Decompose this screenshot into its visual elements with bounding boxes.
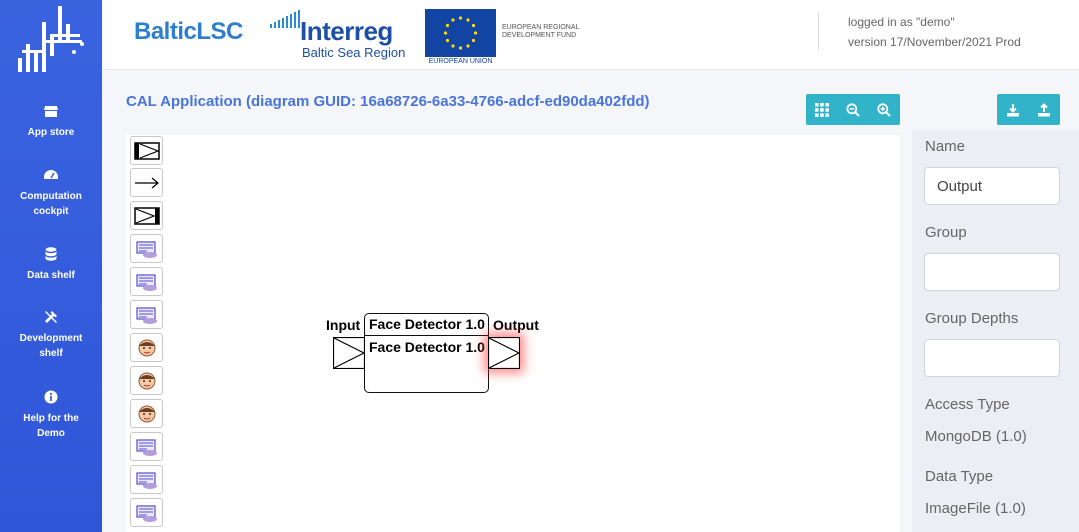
- input-pin[interactable]: [333, 337, 365, 369]
- output-pin-icon: [133, 206, 160, 225]
- sidebar-item-label: Development shelf: [19, 333, 83, 359]
- access-type-label: Access Type: [925, 396, 1010, 413]
- module-icon: [135, 504, 157, 522]
- balticlsc-brand[interactable]: BalticLSC: [134, 18, 243, 46]
- version-text: version 17/November/2021 Prod: [848, 35, 1021, 49]
- zoom-out-button[interactable]: [837, 94, 868, 125]
- sidebar-item-label: Data shelf: [27, 270, 75, 281]
- zoom-in-icon: [876, 102, 891, 117]
- sidebar-item-app-store[interactable]: App store: [0, 103, 102, 140]
- header-divider: [818, 12, 819, 50]
- component-subtitle: Face Detector 1.0: [369, 339, 485, 355]
- logged-in-text: logged in as "demo": [848, 15, 955, 29]
- data-type-value: ImageFile (1.0): [925, 500, 1026, 517]
- properties-panel: Name Group Group Depths Access Type Mong…: [912, 130, 1079, 532]
- sidebar-item-label: Help for the Demo: [23, 413, 79, 439]
- info-icon: [44, 390, 58, 404]
- header: BalticLSC Interreg Baltic Sea Region EUR…: [102, 0, 1079, 70]
- component-title: Face Detector 1.0: [369, 316, 485, 332]
- palette-module[interactable]: [130, 234, 163, 263]
- module-icon: [135, 240, 157, 258]
- palette-face-module[interactable]: [130, 399, 163, 428]
- palette-module[interactable]: [130, 267, 163, 296]
- sidebar-item-label: App store: [27, 127, 75, 138]
- sidebar-item-computation-cockpit[interactable]: Computation cockpit: [0, 167, 102, 219]
- sidebar-item-label: Computation cockpit: [20, 191, 82, 217]
- component-face-detector[interactable]: Face Detector 1.0 Face Detector 1.0: [364, 313, 489, 393]
- database-icon: [45, 247, 57, 261]
- name-label: Name: [925, 138, 966, 155]
- grid-icon: [814, 102, 829, 117]
- group-depths-field[interactable]: [924, 339, 1060, 377]
- erdf-caption: EUROPEAN REGIONAL DEVELOPMENT FUND: [502, 24, 580, 39]
- download-icon: [1006, 103, 1019, 116]
- upload-button[interactable]: [1028, 94, 1059, 125]
- eu-flag-icon: [425, 9, 496, 57]
- balticlsc-logo-icon[interactable]: [12, 4, 88, 76]
- palette-output-pin[interactable]: [130, 201, 163, 230]
- group-field[interactable]: [924, 253, 1060, 291]
- palette-module[interactable]: [130, 432, 163, 461]
- data-type-label: Data Type: [925, 468, 994, 485]
- zoom-out-icon: [845, 102, 860, 117]
- interreg-subtitle: Baltic Sea Region: [302, 45, 406, 60]
- group-label: Group: [925, 224, 967, 241]
- group-depths-label: Group Depths: [925, 310, 1019, 327]
- download-button[interactable]: [997, 94, 1028, 125]
- access-type-value: MongoDB (1.0): [925, 428, 1027, 445]
- palette-face-module[interactable]: [130, 366, 163, 395]
- palette-module[interactable]: [130, 300, 163, 329]
- grid-button[interactable]: [806, 94, 837, 125]
- eu-caption: EUROPEAN UNION: [428, 58, 493, 65]
- face-icon: [138, 339, 155, 356]
- input-pin-icon: [133, 141, 160, 160]
- interreg-wordmark: Interreg: [300, 16, 393, 46]
- sidebar-item-data-shelf[interactable]: Data shelf: [0, 246, 102, 283]
- tools-icon: [45, 311, 57, 323]
- face-icon: [138, 405, 155, 422]
- input-pin-label: Input: [326, 317, 361, 333]
- palette-input-pin[interactable]: [130, 136, 163, 165]
- module-icon: [135, 306, 157, 324]
- diagram-canvas[interactable]: Face Detector 1.0 Face Detector 1.0 Inpu…: [126, 135, 900, 532]
- face-icon: [138, 372, 155, 389]
- interreg-logo: Interreg Baltic Sea Region: [270, 8, 420, 62]
- file-toolbar: [997, 94, 1060, 125]
- login-info: logged in as "demo" version 17/November/…: [848, 12, 1021, 52]
- name-field[interactable]: [924, 167, 1060, 205]
- module-icon: [135, 438, 157, 456]
- page-title: CAL Application (diagram GUID: 16a68726-…: [126, 93, 650, 110]
- module-icon: [135, 471, 157, 489]
- palette-module[interactable]: [130, 465, 163, 494]
- sidebar-item-help[interactable]: Help for the Demo: [0, 389, 102, 441]
- module-icon: [135, 273, 157, 291]
- palette-face-module[interactable]: [130, 333, 163, 362]
- component-header: Face Detector 1.0: [365, 314, 488, 336]
- arrow-right-icon: [134, 177, 159, 188]
- output-pin-label: Output: [493, 317, 539, 333]
- output-pin-selected[interactable]: [488, 337, 520, 369]
- gauge-icon: [44, 170, 58, 179]
- sidebar: App store Computation cockpit Data shelf…: [0, 0, 102, 532]
- upload-icon: [1037, 102, 1050, 116]
- store-icon: [44, 106, 58, 117]
- sidebar-item-development-shelf[interactable]: Development shelf: [0, 309, 102, 361]
- view-toolbar: [806, 94, 900, 125]
- palette-module[interactable]: [130, 498, 163, 527]
- palette-data-flow[interactable]: [130, 168, 163, 197]
- zoom-in-button[interactable]: [868, 94, 899, 125]
